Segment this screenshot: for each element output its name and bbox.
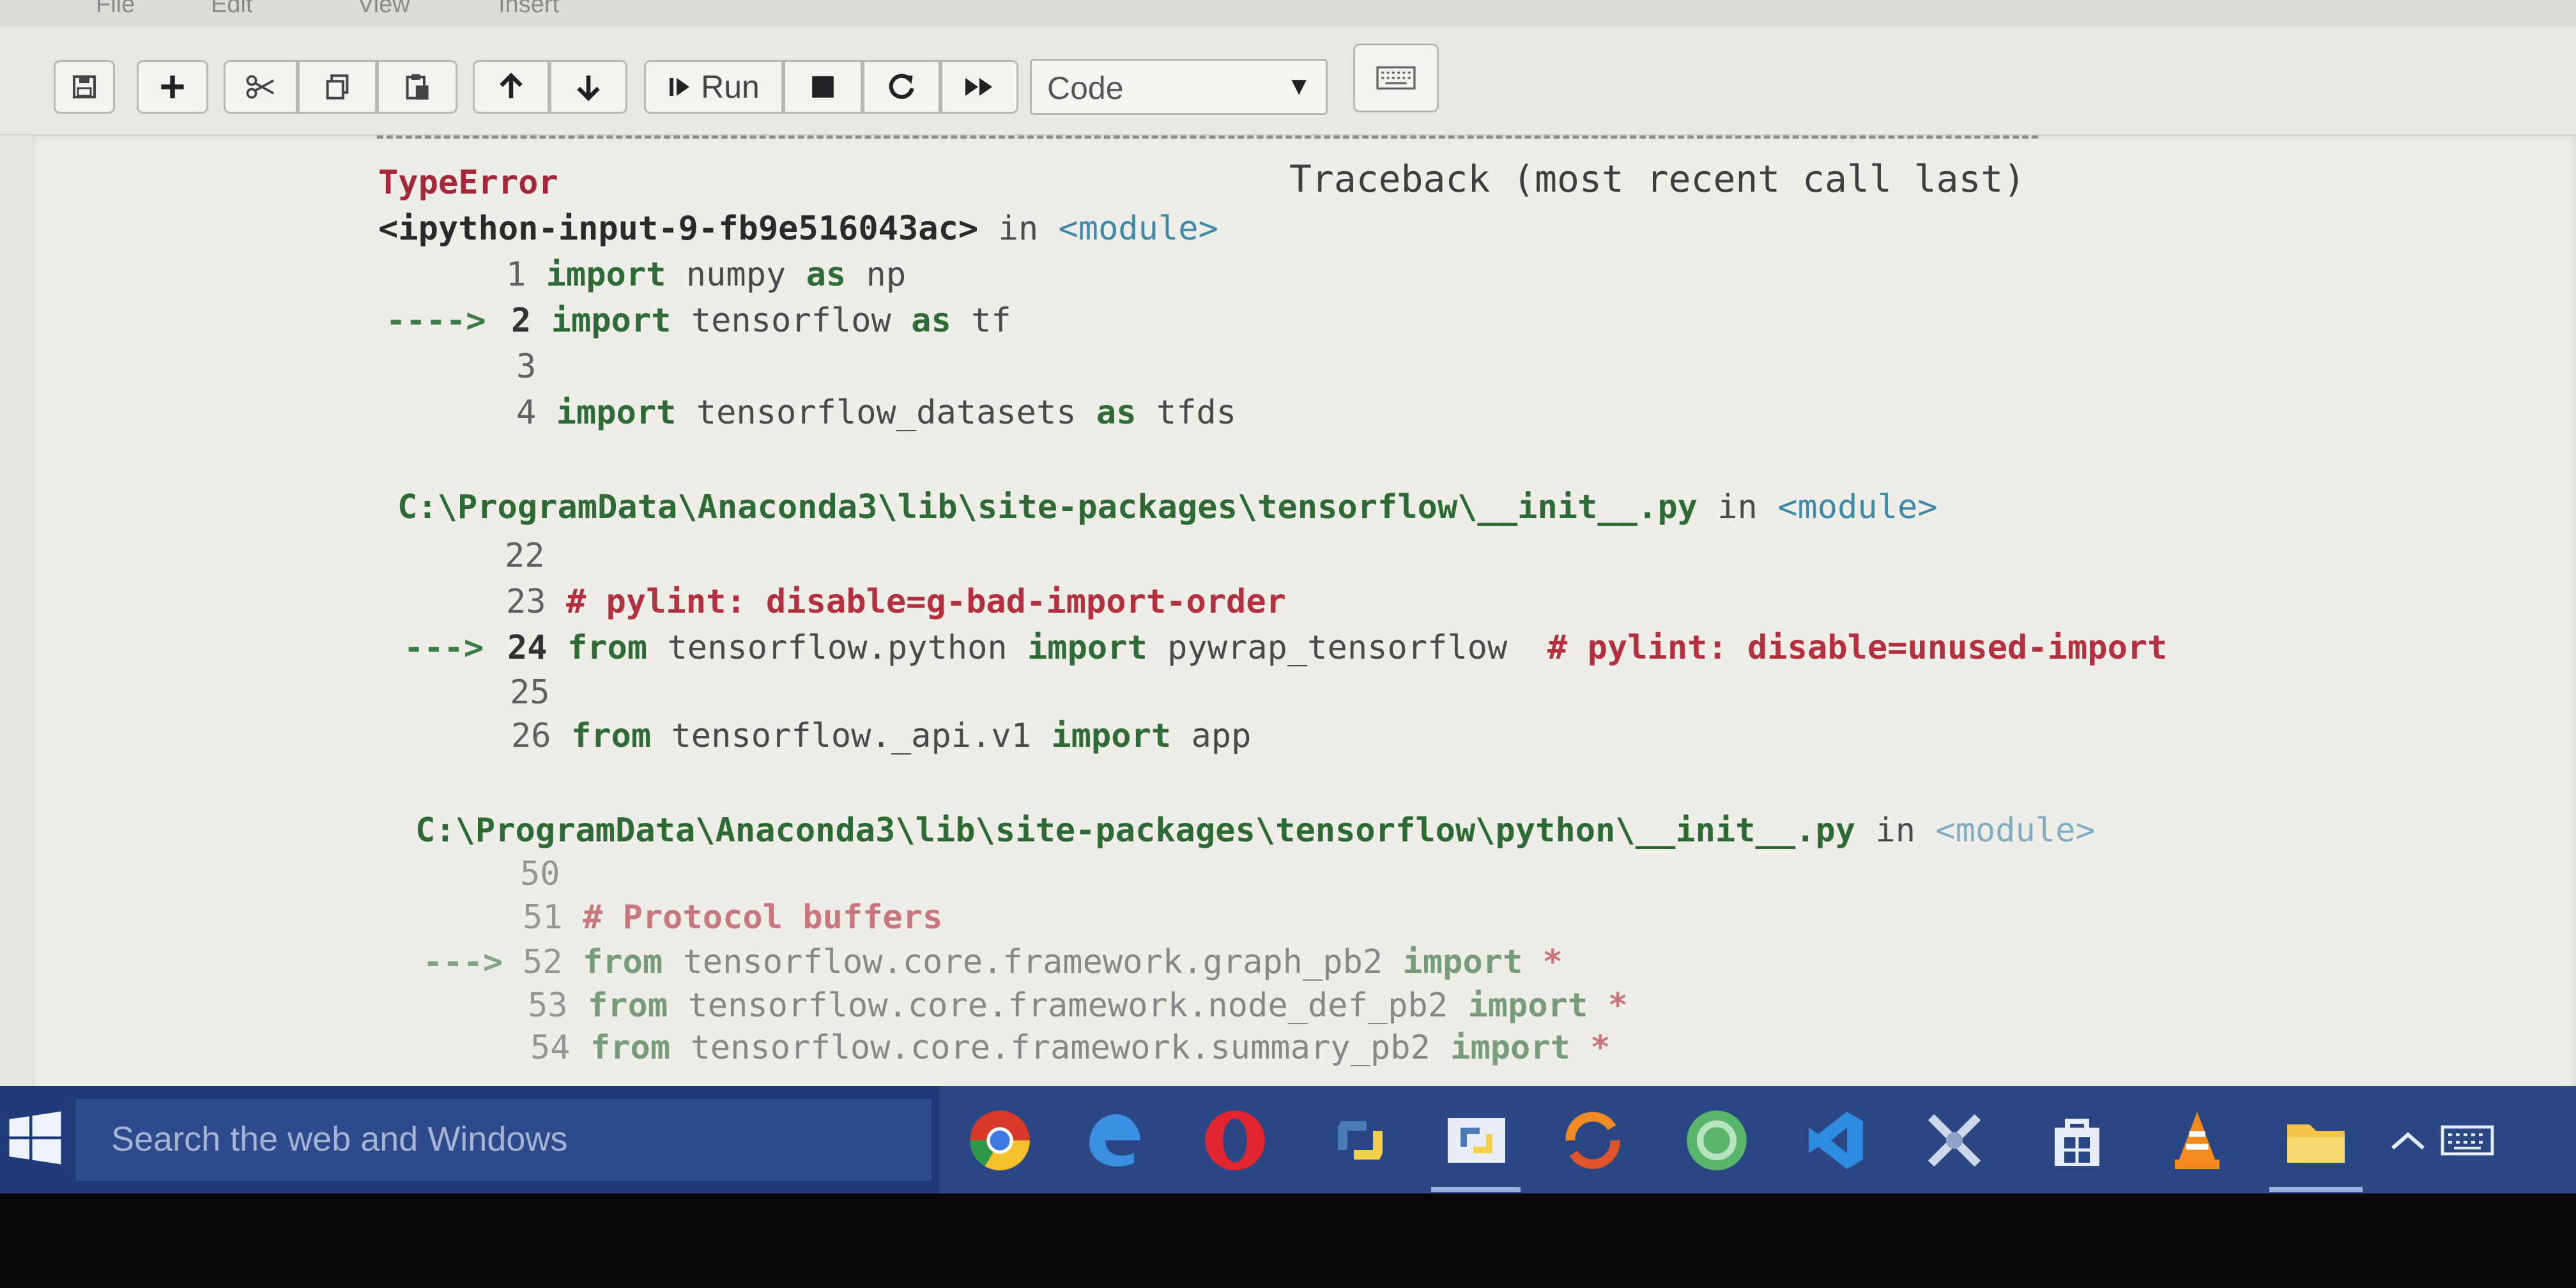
caret-down-icon: ▼ (1286, 72, 1312, 100)
traceback-header: Traceback (most recent call last) (1289, 157, 2026, 201)
taskbar-search-placeholder: Search the web and Windows (111, 1120, 568, 1158)
frame2-path[interactable]: C:\ProgramData\Anaconda3\lib\site-packag… (397, 488, 1698, 526)
frame3-error-arrow: ---> (423, 943, 503, 981)
sync-app-icon[interactable] (1558, 1105, 1628, 1176)
frame3-code-line-50: 50 (520, 855, 560, 893)
notebook-toolbar: Run Code ▼ (0, 27, 2576, 135)
paste-button[interactable] (377, 60, 457, 114)
vscode-icon[interactable] (1799, 1105, 1869, 1176)
frame3-in: in (1875, 811, 1916, 850)
move-down-button[interactable] (549, 60, 627, 114)
frame2-error-arrow: ---> (404, 629, 484, 667)
frame1-module: <module> (1058, 210, 1218, 248)
restart-run-all-button[interactable] (940, 60, 1018, 114)
command-palette-button[interactable] (1353, 43, 1439, 112)
keyboard-icon (1376, 66, 1416, 90)
frame2-code-line-23: 23 # pylint: disable=g-bad-import-order (506, 583, 1286, 621)
anaconda-icon[interactable] (1682, 1105, 1752, 1176)
fast-forward-icon (965, 78, 992, 96)
windows-logo-icon (9, 1111, 61, 1165)
copy-icon (326, 74, 349, 100)
frame2-module: <module> (1777, 488, 1938, 526)
frame1-code-line-4: 4 import tensorflow_datasets as tfds (516, 394, 1237, 432)
frame3-source-line: C:\ProgramData\Anaconda3\lib\site-packag… (415, 811, 2096, 850)
insert-cell-button[interactable] (137, 60, 208, 114)
notebook-area: TypeError Traceback (most recent call la… (0, 135, 2576, 1094)
interrupt-button[interactable] (783, 60, 862, 114)
tools-icon[interactable] (1919, 1105, 1989, 1176)
cell-type-select[interactable]: Code ▼ (1030, 59, 1328, 115)
frame3-code-line-54: 54 from tensorflow.core.framework.summar… (530, 1029, 1611, 1067)
restart-button[interactable] (862, 60, 940, 114)
plus-icon (161, 75, 184, 98)
frame3-module: <module> (1935, 811, 2096, 850)
floppy-disk-icon (73, 75, 96, 98)
run-button-label: Run (701, 69, 760, 105)
step-forward-icon (670, 78, 690, 96)
frame1-code-line-3: 3 (516, 348, 537, 386)
frame2-code-line-24: 24 from tensorflow.python import pywrap_… (507, 629, 2168, 667)
frame2-code-line-25: 25 (510, 673, 550, 712)
frame1-in: in (998, 210, 1039, 248)
taskbar-search-box[interactable]: Search the web and Windows (75, 1099, 931, 1181)
scissors-icon (246, 75, 274, 99)
folder-active-indicator (2269, 1187, 2363, 1192)
folder-icon[interactable] (2281, 1105, 2351, 1176)
cut-button[interactable] (224, 60, 298, 114)
frame2-code-line-26: 26 from tensorflow._api.v1 import app (511, 717, 1252, 755)
restart-icon (889, 73, 914, 99)
frame2-source-line: C:\ProgramData\Anaconda3\lib\site-packag… (397, 488, 1938, 526)
chevron-up-icon[interactable] (2386, 1105, 2430, 1176)
python-idle-icon[interactable] (1441, 1105, 1512, 1176)
frame2-in: in (1717, 488, 1758, 526)
cell-type-value: Code (1047, 70, 1124, 106)
edge-icon[interactable] (1080, 1105, 1150, 1176)
frame1-source-line: <ipython-input-9-fb9e516043ac> in <modul… (378, 210, 1218, 248)
chrome-icon[interactable] (965, 1105, 1035, 1176)
arrow-down-icon (577, 75, 600, 101)
frame2-code-line-22: 22 (505, 537, 545, 575)
frame3-code-line-51: 51 # Protocol buffers (523, 898, 943, 937)
menu-insert[interactable]: Insert (498, 0, 559, 19)
frame1-code-line-2: 2 import tensorflow as tf (511, 302, 1011, 340)
frame1-code-line-1: 1 import numpy as np (506, 256, 907, 294)
python-icon[interactable] (1325, 1105, 1395, 1176)
menu-bar: File Edit View Insert (0, 0, 2576, 28)
vlc-icon[interactable] (2162, 1105, 2232, 1176)
frame1-error-arrow: ----> (386, 302, 486, 340)
arrow-up-icon (500, 73, 523, 98)
frame1-source[interactable]: <ipython-input-9-fb9e516043ac> (378, 210, 978, 248)
menu-file[interactable]: File (96, 0, 135, 19)
keyboard-icon[interactable] (2435, 1105, 2499, 1176)
store-icon[interactable] (2042, 1105, 2112, 1176)
paste-icon (406, 74, 429, 100)
copy-button[interactable] (298, 60, 377, 114)
frame3-code-line-53: 53 from tensorflow.core.framework.node_d… (528, 986, 1628, 1025)
start-button[interactable] (6, 1109, 64, 1167)
monitor-bezel (0, 1193, 2576, 1288)
opera-icon[interactable] (1200, 1105, 1270, 1176)
move-up-button[interactable] (473, 60, 549, 114)
traceback-output: TypeError Traceback (most recent call la… (0, 135, 2576, 1094)
menu-edit[interactable]: Edit (211, 0, 252, 19)
run-button[interactable]: Run (644, 60, 783, 114)
save-button[interactable] (54, 60, 115, 114)
menu-view[interactable]: View (358, 0, 410, 19)
python-idle-active-indicator (1431, 1187, 1521, 1192)
stop-icon (812, 76, 834, 98)
frame3-path[interactable]: C:\ProgramData\Anaconda3\lib\site-packag… (415, 811, 1855, 850)
frame3-code-line-52: 52 from tensorflow.core.framework.graph_… (523, 943, 1563, 981)
windows-taskbar: Search the web and Windows (0, 1086, 2576, 1193)
error-type: TypeError (378, 164, 558, 202)
